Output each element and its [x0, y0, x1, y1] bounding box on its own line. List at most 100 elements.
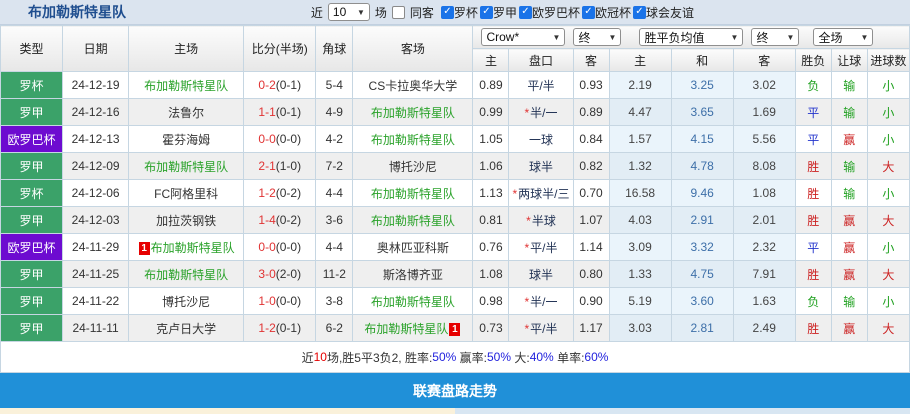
- col-header-away: 客场: [353, 26, 473, 72]
- matches-count-select[interactable]: 10 ▼: [328, 3, 370, 21]
- stat-segment: 50%: [487, 350, 511, 364]
- league-checkbox[interactable]: ✓: [519, 6, 532, 19]
- odds-final-select[interactable]: 终 ▼: [751, 28, 799, 46]
- handicap-home-odds: 1.05: [473, 126, 509, 153]
- home-team[interactable]: 布加勒斯特星队: [129, 153, 244, 180]
- filter-controls: 近 10 ▼ 场 同客 ✓罗杯✓罗甲✓欧罗巴杯✓欧冠杯✓球会友谊: [311, 3, 910, 21]
- match-row: 罗杯 24-12-19 布加勒斯特星队 0-2(0-1) 5-4 CS卡拉奥华大…: [1, 72, 910, 99]
- goals-over-under: 小: [867, 99, 909, 126]
- league-filter-item: ✓欧罗巴杯: [519, 4, 580, 21]
- handicap-away-odds: 0.90: [573, 288, 609, 315]
- match-type-badge: 罗杯: [1, 72, 63, 99]
- league-filter-item: ✓罗杯: [441, 4, 478, 21]
- away-team-name: 布加勒斯特星队: [371, 214, 455, 228]
- same-away-label: 同客: [410, 4, 434, 21]
- handicap-away-odds: 0.80: [573, 261, 609, 288]
- full-time-score: 0-2: [258, 78, 275, 92]
- scope-select[interactable]: 全场 ▼: [813, 28, 873, 46]
- full-time-score: 1-1: [258, 105, 275, 119]
- avg-draw-odds: 4.75: [671, 261, 733, 288]
- match-score: 0-2(0-1): [244, 72, 316, 99]
- away-team[interactable]: 布加勒斯特星队: [353, 288, 473, 315]
- handicap-line: 平/半: [509, 72, 573, 99]
- bookmaker-select[interactable]: Crow* ▼: [481, 28, 565, 46]
- league-checkbox[interactable]: ✓: [441, 6, 454, 19]
- league-label: 球会友谊: [646, 4, 694, 21]
- league-checkbox[interactable]: ✓: [633, 6, 646, 19]
- home-team[interactable]: 博托沙尼: [129, 288, 244, 315]
- red-card-badge: 1: [139, 242, 150, 255]
- match-type-badge: 欧罗巴杯: [1, 126, 63, 153]
- same-away-checkbox[interactable]: [392, 6, 405, 19]
- goals-over-under: 大: [867, 153, 909, 180]
- away-team[interactable]: CS卡拉奥华大学: [353, 72, 473, 99]
- away-team-name: 布加勒斯特星队: [371, 187, 455, 201]
- odds-type-value: 胜平负均值: [644, 29, 704, 46]
- away-team[interactable]: 博托沙尼: [353, 153, 473, 180]
- win-draw-loss-result: 胜: [795, 261, 831, 288]
- handicap-away-odds: 0.89: [573, 99, 609, 126]
- handicap-line: *半球: [509, 207, 573, 234]
- league-checkbox[interactable]: ✓: [582, 6, 595, 19]
- match-row: 罗甲 24-11-11 克卢日大学 1-2(0-1) 6-2 布加勒斯特星队1 …: [1, 315, 910, 342]
- home-team[interactable]: 法鲁尔: [129, 99, 244, 126]
- away-team[interactable]: 布加勒斯特星队: [353, 99, 473, 126]
- odds-type-select[interactable]: 胜平负均值 ▼: [639, 28, 743, 46]
- home-team[interactable]: 布加勒斯特星队: [129, 261, 244, 288]
- full-time-score: 1-0: [258, 294, 275, 308]
- away-team[interactable]: 奥林匹亚科斯: [353, 234, 473, 261]
- match-date: 24-12-03: [63, 207, 129, 234]
- chevron-down-icon: ▼: [553, 33, 561, 42]
- col-header-date: 日期: [63, 26, 129, 72]
- avg-home-odds: 2.19: [609, 72, 671, 99]
- handicap-final-select[interactable]: 终 ▼: [573, 28, 621, 46]
- next-section-right-strip: [455, 408, 910, 414]
- match-date: 24-12-09: [63, 153, 129, 180]
- avg-home-odds: 3.09: [609, 234, 671, 261]
- away-team-name: 布加勒斯特星队: [364, 322, 448, 336]
- match-score: 1-2(0-1): [244, 315, 316, 342]
- corner-count: 5-4: [316, 72, 353, 99]
- home-team[interactable]: 加拉茨钢铁: [129, 207, 244, 234]
- handicap-line: 球半: [509, 261, 573, 288]
- scope-value: 全场: [818, 29, 842, 46]
- check-icon: ✓: [521, 7, 529, 17]
- home-team-name: 布加勒斯特星队: [151, 241, 235, 255]
- match-date: 24-12-06: [63, 180, 129, 207]
- home-team[interactable]: FC阿格里科: [129, 180, 244, 207]
- league-checkbox[interactable]: ✓: [480, 6, 493, 19]
- away-team[interactable]: 布加勒斯特星队1: [353, 315, 473, 342]
- col-header-home: 主场: [129, 26, 244, 72]
- match-score: 0-0(0-0): [244, 126, 316, 153]
- match-row: 欧罗巴杯 24-12-13 霍芬海姆 0-0(0-0) 4-2 布加勒斯特星队 …: [1, 126, 910, 153]
- full-time-score: 0-0: [258, 240, 275, 254]
- handicap-home-odds: 0.99: [473, 99, 509, 126]
- home-team[interactable]: 1布加勒斯特星队: [129, 234, 244, 261]
- handicap-line: 一球: [509, 126, 573, 153]
- away-team-name: 博托沙尼: [389, 160, 437, 174]
- avg-away-odds: 1.63: [733, 288, 795, 315]
- away-team[interactable]: 布加勒斯特星队: [353, 180, 473, 207]
- home-team[interactable]: 布加勒斯特星队: [129, 72, 244, 99]
- subcol-odds-away: 客: [733, 49, 795, 72]
- home-team[interactable]: 霍芬海姆: [129, 126, 244, 153]
- match-row: 罗甲 24-12-16 法鲁尔 1-1(0-1) 4-9 布加勒斯特星队 0.9…: [1, 99, 910, 126]
- handicap-away-odds: 1.14: [573, 234, 609, 261]
- avg-draw-odds: 2.81: [671, 315, 733, 342]
- avg-draw-odds: 4.15: [671, 126, 733, 153]
- match-type-badge: 罗甲: [1, 207, 63, 234]
- match-type-badge: 罗杯: [1, 180, 63, 207]
- match-score: 2-1(1-0): [244, 153, 316, 180]
- matches-count-value: 10: [333, 5, 346, 19]
- away-team[interactable]: 布加勒斯特星队: [353, 126, 473, 153]
- home-team[interactable]: 克卢日大学: [129, 315, 244, 342]
- home-team-name: 克卢日大学: [156, 322, 216, 336]
- handicap-line: 球半: [509, 153, 573, 180]
- goals-over-under: 小: [867, 126, 909, 153]
- away-team[interactable]: 斯洛博齐亚: [353, 261, 473, 288]
- avg-away-odds: 5.56: [733, 126, 795, 153]
- handicap-line: *半/一: [509, 288, 573, 315]
- match-score: 1-1(0-1): [244, 99, 316, 126]
- full-time-score: 1-4: [258, 213, 275, 227]
- away-team[interactable]: 布加勒斯特星队: [353, 207, 473, 234]
